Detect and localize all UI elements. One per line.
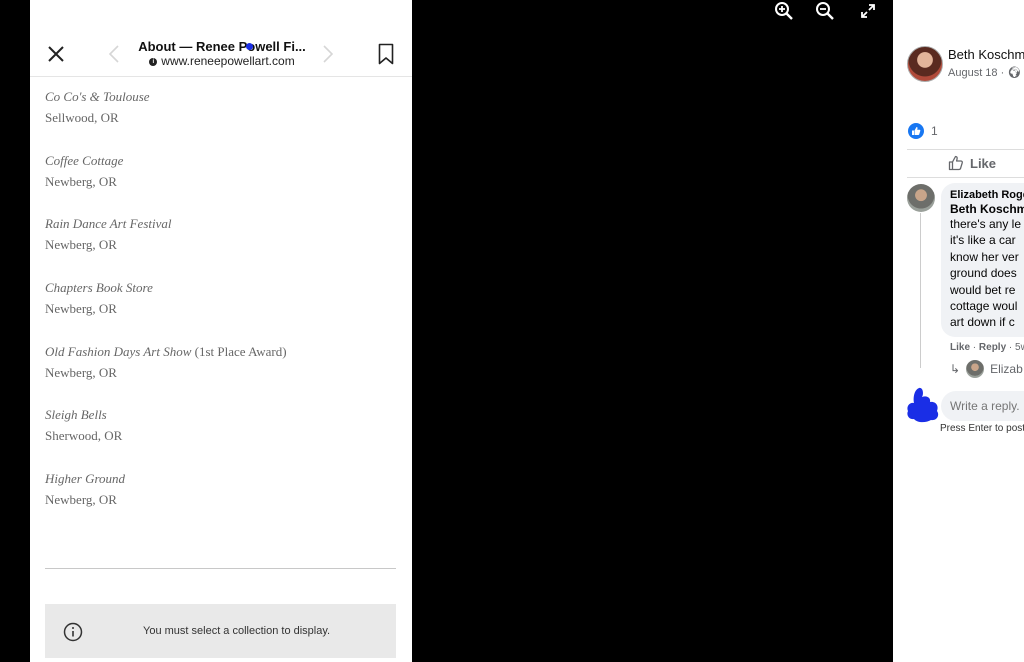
list-item: Co Co's & Toulouse Sellwood, OR bbox=[45, 88, 395, 152]
venue-location: Sherwood, OR bbox=[45, 428, 123, 444]
venue-name: Old Fashion Days Art Show (1st Place Awa… bbox=[45, 343, 287, 359]
venue-name: Higher Ground bbox=[45, 471, 126, 487]
list-item: Old Fashion Days Art Show (1st Place Awa… bbox=[45, 343, 395, 407]
reply-avatar bbox=[966, 360, 985, 378]
venue-location: Newberg, OR bbox=[45, 173, 117, 189]
like-button[interactable]: Like bbox=[948, 155, 996, 171]
venue-name: Co Co's & Toulouse bbox=[45, 89, 150, 104]
divider bbox=[907, 177, 1024, 178]
venue-location: Newberg, OR bbox=[45, 237, 117, 253]
reply-arrow-icon: ↳ bbox=[950, 362, 961, 376]
page-title: About — Renee Powell Fi... bbox=[138, 39, 306, 54]
venue-location: Newberg, OR bbox=[45, 301, 117, 317]
info-circle-icon bbox=[63, 622, 83, 642]
zoom-in-button[interactable] bbox=[773, 0, 795, 22]
close-icon bbox=[48, 46, 64, 62]
poster-name[interactable]: Beth Koschm bbox=[948, 47, 1024, 62]
scribble-annotation bbox=[907, 387, 939, 423]
comment-actions: Like · Reply · 5w bbox=[950, 342, 1024, 353]
venue-name: Rain Dance Art Festival bbox=[45, 216, 172, 232]
annotation-dot bbox=[246, 43, 253, 50]
bookmark-icon bbox=[378, 43, 394, 65]
thumbs-up-icon bbox=[912, 127, 921, 135]
comment-age[interactable]: 5w bbox=[1015, 342, 1024, 353]
fullscreen-button[interactable] bbox=[857, 0, 879, 22]
collection-notice: You must select a collection to display. bbox=[45, 604, 396, 658]
like-label: Like bbox=[970, 155, 997, 171]
divider bbox=[907, 149, 1024, 150]
list-item: Sleigh Bells Sherwood, OR bbox=[45, 406, 395, 470]
comment-mention[interactable]: Beth Koschm bbox=[950, 202, 1024, 216]
page-url[interactable]: i www.reneepowellart.com bbox=[130, 54, 314, 68]
notice-text: You must select a collection to display. bbox=[143, 625, 331, 637]
venue-location: Sellwood, OR bbox=[45, 110, 119, 125]
avatar[interactable] bbox=[907, 46, 943, 82]
thumbs-up-outline-icon bbox=[948, 155, 963, 171]
comment-reply-link[interactable]: Reply bbox=[979, 342, 1006, 353]
reply-preview-name: Elizab bbox=[990, 362, 1023, 376]
reply-input[interactable] bbox=[941, 391, 1024, 421]
comment-text: there's any le it's like a car know her … bbox=[950, 217, 1021, 330]
venue-name: Coffee Cottage bbox=[45, 152, 124, 168]
list-item: Chapters Book Store Newberg, OR bbox=[45, 279, 395, 343]
forward-button[interactable] bbox=[316, 40, 340, 68]
commenter-name[interactable]: Elizabeth Roge bbox=[950, 189, 1024, 201]
view-replies-link[interactable]: ↳ Elizab bbox=[950, 360, 1023, 378]
thread-line bbox=[920, 213, 921, 368]
globe-icon: 🌍︎ bbox=[1007, 67, 1022, 79]
comment-bubble: Elizabeth Roge Beth Koschm there's any l… bbox=[941, 183, 1024, 337]
browser-top-bar: About — Renee Powell Fi... i www.reneepow… bbox=[30, 0, 412, 77]
venue-name: Sleigh Bells bbox=[45, 407, 107, 423]
divider bbox=[45, 568, 396, 569]
like-reaction-icon[interactable] bbox=[908, 123, 924, 139]
facebook-post-panel: Beth Koschm August 18 · 🌍︎ 1 Like Elizab… bbox=[893, 0, 1024, 662]
venue-location: Newberg, OR bbox=[45, 364, 117, 380]
venue-location: Newberg, OR bbox=[45, 492, 117, 508]
browser-page-panel: About — Renee Powell Fi... i www.reneepow… bbox=[30, 0, 412, 662]
post-date[interactable]: August 18 · 🌍︎ bbox=[948, 66, 1021, 79]
venue-name: Chapters Book Store bbox=[45, 280, 153, 296]
fullscreen-icon bbox=[861, 4, 875, 18]
comment-like-link[interactable]: Like bbox=[950, 342, 970, 353]
zoom-out-button[interactable] bbox=[814, 0, 836, 22]
list-item: Higher Ground Newberg, OR bbox=[45, 470, 395, 534]
chevron-left-icon bbox=[108, 45, 119, 63]
back-button[interactable] bbox=[102, 40, 126, 68]
info-icon: i bbox=[149, 57, 158, 66]
bookmark-button[interactable] bbox=[374, 40, 398, 68]
zoom-out-icon bbox=[816, 2, 834, 20]
list-item: Coffee Cottage Newberg, OR bbox=[45, 152, 395, 216]
venue-list: Co Co's & Toulouse Sellwood, OR Coffee C… bbox=[45, 88, 395, 534]
reaction-count[interactable]: 1 bbox=[931, 124, 938, 138]
press-enter-hint: Press Enter to post bbox=[940, 423, 1024, 434]
chevron-right-icon bbox=[323, 45, 334, 63]
list-item: Rain Dance Art Festival Newberg, OR bbox=[45, 215, 395, 279]
page-url-text: www.reneepowellart.com bbox=[161, 54, 295, 68]
close-button[interactable] bbox=[42, 40, 70, 68]
zoom-in-icon bbox=[775, 2, 793, 20]
commenter-avatar[interactable] bbox=[907, 184, 935, 212]
